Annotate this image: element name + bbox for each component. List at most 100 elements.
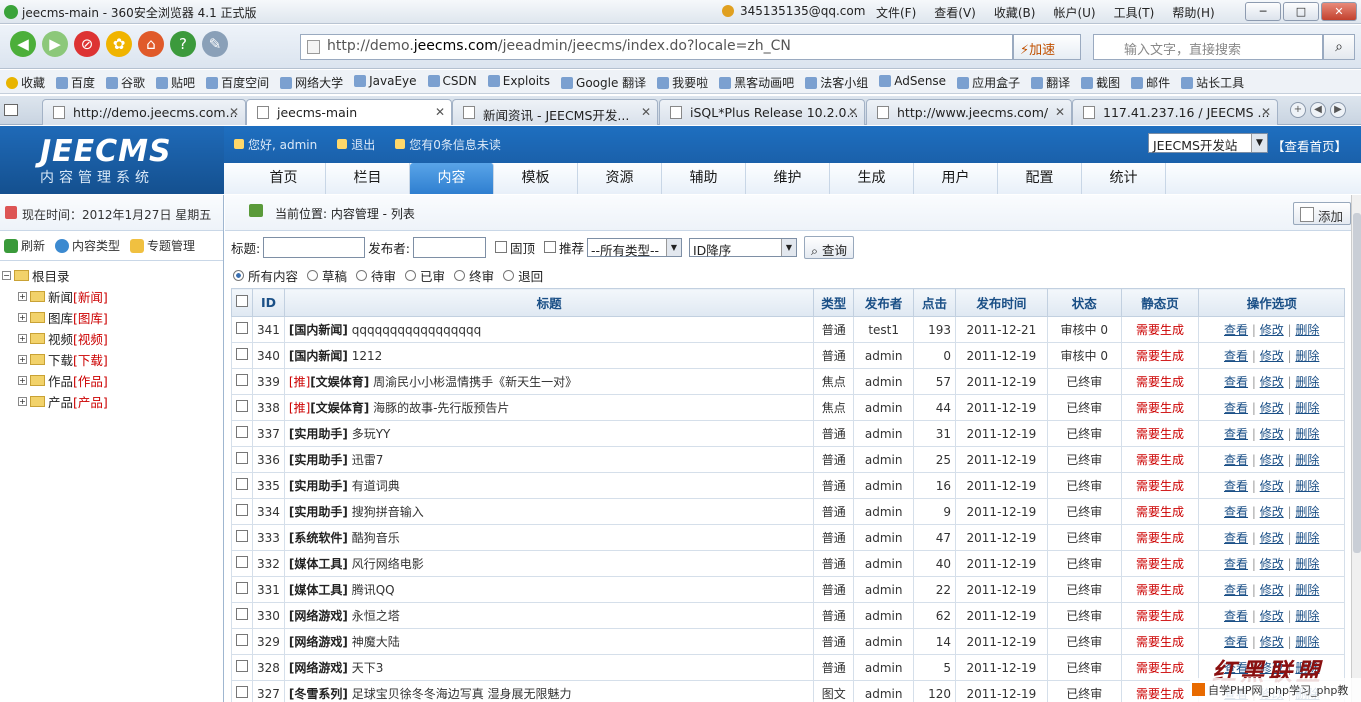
row-checkbox[interactable] (236, 452, 248, 464)
row-checkbox[interactable] (236, 660, 248, 672)
edit-link[interactable]: 修改 (1260, 505, 1284, 519)
edit-link[interactable]: 修改 (1260, 557, 1284, 571)
row-title[interactable]: qqqqqqqqqqqqqqqqq (352, 323, 482, 337)
collapse-icon[interactable]: − (2, 271, 11, 280)
row-category[interactable]: [媒体工具] (289, 583, 348, 597)
expand-icon[interactable]: + (18, 292, 27, 301)
edit-link[interactable]: 修改 (1260, 323, 1284, 337)
scrollbar-thumb[interactable] (1353, 213, 1361, 553)
row-checkbox[interactable] (236, 374, 248, 386)
nav-maintain[interactable]: 维护 (746, 163, 830, 194)
view-link[interactable]: 查看 (1224, 505, 1248, 519)
row-checkbox[interactable] (236, 530, 248, 542)
title-input[interactable] (263, 236, 366, 258)
tree-node-products[interactable]: + 产品 [产品] (2, 391, 223, 412)
row-category[interactable]: [国内新闻] (289, 323, 348, 337)
messages-link[interactable]: 您有0条信息未读 (395, 136, 501, 153)
row-checkbox[interactable] (236, 400, 248, 412)
delete-link[interactable]: 删除 (1295, 479, 1319, 493)
close-tab-icon[interactable]: ✕ (1055, 105, 1065, 119)
edit-link[interactable]: 修改 (1260, 349, 1284, 363)
row-title[interactable]: 搜狗拼音输入 (352, 505, 424, 519)
tree-node-video[interactable]: + 视频 [视频] (2, 328, 223, 349)
close-tab-icon[interactable]: ✕ (1261, 105, 1271, 119)
view-link[interactable]: 查看 (1224, 323, 1248, 337)
fav-item[interactable]: Exploits (488, 74, 550, 91)
edit-link[interactable]: 修改 (1260, 583, 1284, 597)
row-title[interactable]: 永恒之塔 (352, 609, 400, 623)
top-checkbox[interactable] (494, 241, 507, 253)
fav-item[interactable]: 应用盒子 (957, 74, 1020, 91)
nav-assist[interactable]: 辅助 (662, 163, 746, 194)
menu-help[interactable]: 帮助(H) (1172, 4, 1214, 21)
fav-item[interactable]: 网络大学 (280, 74, 343, 91)
delete-link[interactable]: 删除 (1295, 323, 1319, 337)
fav-item[interactable]: 贴吧 (156, 74, 195, 91)
radio-rejected[interactable] (503, 269, 515, 281)
topic-button[interactable]: 专题管理 (130, 237, 195, 254)
view-link[interactable]: 查看 (1224, 609, 1248, 623)
edit-link[interactable]: 修改 (1260, 375, 1284, 389)
radio-final[interactable] (454, 269, 466, 281)
row-category[interactable]: [系统软件] (289, 531, 348, 545)
edit-link[interactable]: 修改 (1260, 531, 1284, 545)
maximize-button[interactable]: □ (1283, 2, 1319, 21)
row-title[interactable]: 多玩YY (352, 427, 391, 441)
nav-channel[interactable]: 栏目 (326, 163, 410, 194)
new-tab-icon[interactable]: + (1290, 102, 1306, 118)
radio-approved[interactable] (405, 269, 417, 281)
edit-link[interactable]: 修改 (1260, 479, 1284, 493)
view-link[interactable]: 查看 (1224, 427, 1248, 441)
order-select[interactable]: ID降序 ▼ (688, 237, 797, 258)
view-link[interactable]: 查看 (1224, 557, 1248, 571)
search-icon[interactable]: ⌕ (1323, 34, 1355, 60)
menu-favorites[interactable]: 收藏(B) (994, 4, 1036, 21)
expand-icon[interactable]: + (18, 334, 27, 343)
fav-item[interactable]: CSDN (428, 74, 477, 91)
scrollbar[interactable] (1351, 195, 1361, 702)
radio-draft[interactable] (307, 269, 319, 281)
nav-stats[interactable]: 统计 (1082, 163, 1166, 194)
account-email[interactable]: 345135135@qq.com (740, 4, 865, 18)
view-link[interactable]: 查看 (1224, 375, 1248, 389)
tree-node-tag[interactable]: [产品] (73, 392, 108, 411)
row-title[interactable]: 1212 (352, 349, 383, 363)
tree-node-gallery[interactable]: + 图库 [图库] (2, 307, 223, 328)
tab-jeecms-main[interactable]: jeecms-main ✕ (246, 99, 452, 125)
menu-file[interactable]: 文件(F) (876, 4, 916, 21)
tree-node-news[interactable]: + 新闻 [新闻] (2, 286, 223, 307)
view-link[interactable]: 查看 (1224, 453, 1248, 467)
tree-node-tag[interactable]: [图库] (73, 308, 108, 327)
search-input[interactable]: 输入文字，直接搜索 (1093, 34, 1323, 60)
fav-item[interactable]: 谷歌 (106, 74, 145, 91)
tools-icon[interactable]: ✎ (202, 31, 228, 57)
accelerate-button[interactable]: ⚡加速 (1013, 34, 1081, 60)
view-link[interactable]: 查看 (1224, 349, 1248, 363)
row-checkbox[interactable] (236, 322, 248, 334)
delete-link[interactable]: 删除 (1295, 427, 1319, 441)
row-checkbox[interactable] (236, 634, 248, 646)
tree-root[interactable]: − 根目录 (2, 265, 223, 286)
tab-demo[interactable]: http://demo.jeecms.com... ✕ (42, 99, 246, 125)
nav-users[interactable]: 用户 (914, 163, 998, 194)
fav-item[interactable]: 百度空间 (206, 74, 269, 91)
delete-link[interactable]: 删除 (1295, 609, 1319, 623)
row-checkbox[interactable] (236, 348, 248, 360)
menu-account[interactable]: 帐户(U) (1053, 4, 1095, 21)
tree-node-tag[interactable]: [视频] (73, 329, 108, 348)
tree-node-tag[interactable]: [作品] (73, 371, 108, 390)
row-category[interactable]: [网络游戏] (289, 609, 348, 623)
row-category[interactable]: [文娱体育] (310, 401, 369, 415)
edit-link[interactable]: 修改 (1260, 453, 1284, 467)
nav-resource[interactable]: 资源 (578, 163, 662, 194)
radio-pending[interactable] (356, 269, 368, 281)
close-tab-icon[interactable]: ✕ (641, 105, 651, 119)
fav-collect[interactable]: 收藏 (6, 74, 45, 91)
row-category[interactable]: [实用助手] (289, 479, 348, 493)
view-link[interactable]: 查看 (1224, 583, 1248, 597)
fav-item[interactable]: Google 翻译 (561, 74, 646, 91)
row-title[interactable]: 足球宝贝徐冬冬海边写真 湿身展无限魅力 (352, 687, 572, 701)
delete-link[interactable]: 删除 (1295, 557, 1319, 571)
edit-link[interactable]: 修改 (1260, 635, 1284, 649)
recommend-checkbox[interactable] (543, 241, 556, 253)
